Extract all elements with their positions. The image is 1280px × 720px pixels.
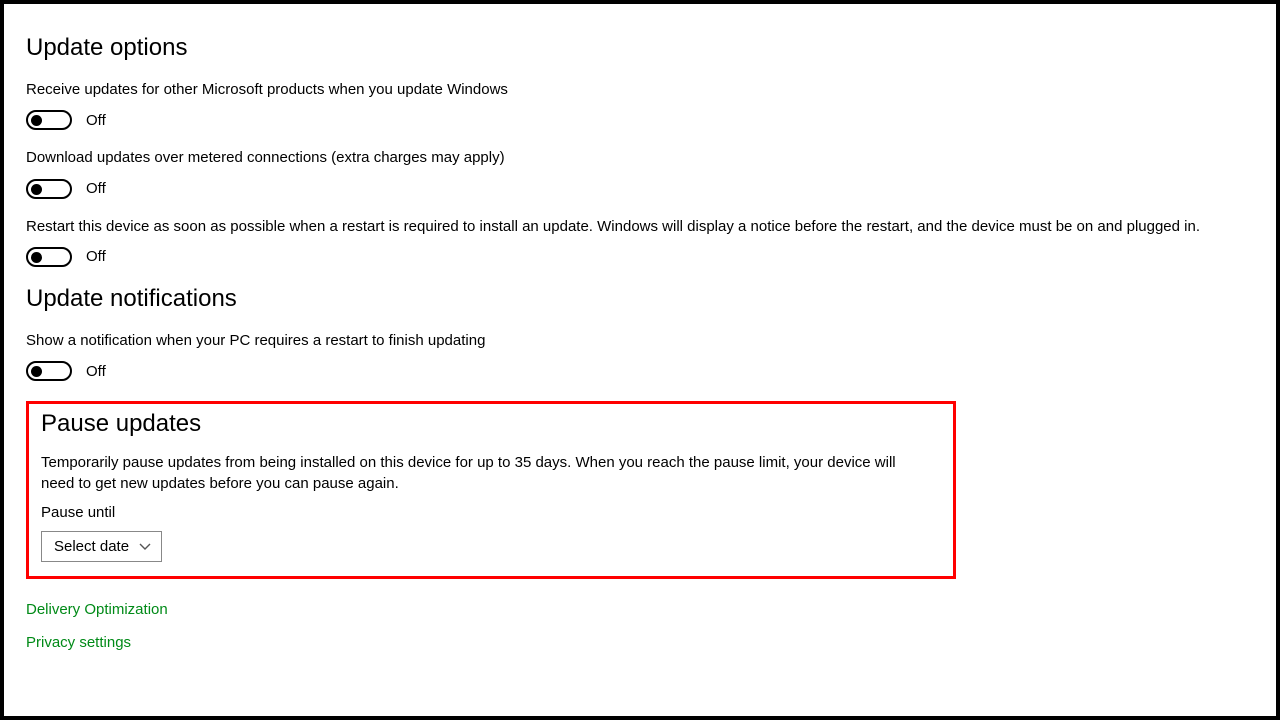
pause-updates-highlight: Pause updates Temporarily pause updates … bbox=[26, 401, 956, 579]
link-delivery-optimization[interactable]: Delivery Optimization bbox=[26, 601, 1254, 618]
setting-metered-desc: Download updates over metered connection… bbox=[26, 148, 1254, 168]
pause-updates-heading: Pause updates bbox=[41, 410, 941, 438]
update-options-heading: Update options bbox=[26, 34, 1254, 62]
link-privacy-settings[interactable]: Privacy settings bbox=[26, 634, 1254, 651]
chevron-down-icon bbox=[139, 543, 151, 551]
toggle-notification[interactable] bbox=[26, 361, 72, 381]
pause-until-combobox-value: Select date bbox=[54, 538, 129, 555]
toggle-metered-state: Off bbox=[86, 180, 106, 197]
pause-until-label: Pause until bbox=[41, 504, 941, 521]
toggle-restart[interactable] bbox=[26, 247, 72, 267]
pause-until-combobox[interactable]: Select date bbox=[41, 531, 162, 562]
setting-restart-desc: Restart this device as soon as possible … bbox=[26, 217, 1254, 237]
toggle-receive-updates-state: Off bbox=[86, 112, 106, 129]
pause-updates-desc: Temporarily pause updates from being ins… bbox=[41, 452, 931, 494]
toggle-notification-state: Off bbox=[86, 363, 106, 380]
toggle-receive-updates[interactable] bbox=[26, 110, 72, 130]
setting-receive-updates-desc: Receive updates for other Microsoft prod… bbox=[26, 80, 1254, 100]
update-notifications-heading: Update notifications bbox=[26, 285, 1254, 313]
toggle-metered[interactable] bbox=[26, 179, 72, 199]
toggle-restart-state: Off bbox=[86, 248, 106, 265]
setting-notification-desc: Show a notification when your PC require… bbox=[26, 331, 1254, 351]
